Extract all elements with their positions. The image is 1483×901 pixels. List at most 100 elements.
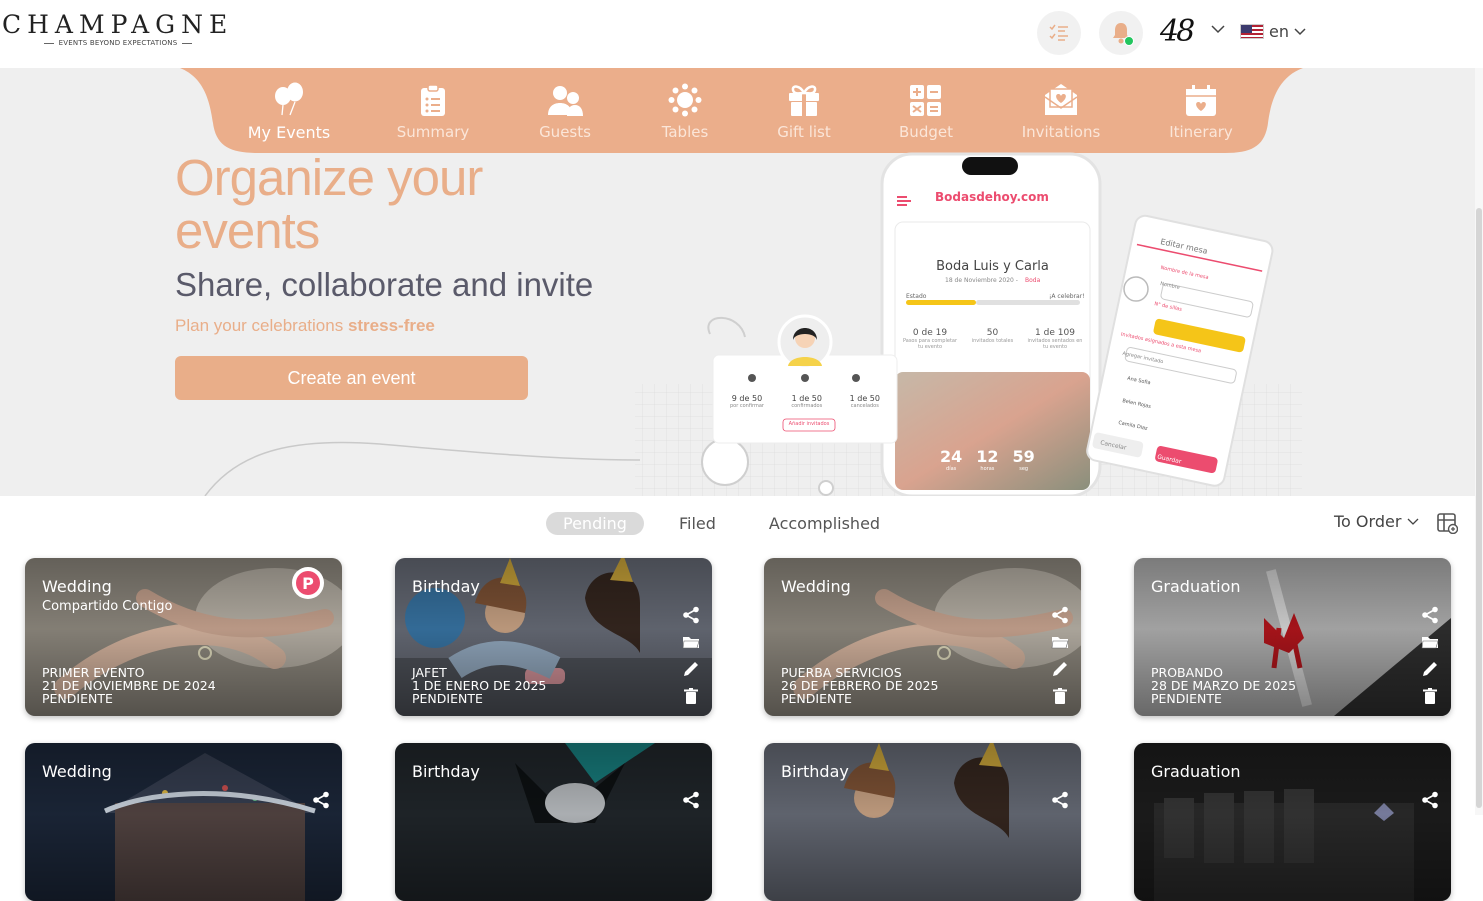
card-actions: [312, 791, 330, 809]
mockup-stat: 1 de 109 invitados sentados en tu evento: [1025, 328, 1085, 350]
nav-label: Invitations: [1021, 123, 1101, 141]
top-bar: CHAMPAGNE EVENTS BEYOND EXPECTATIONS 48 …: [0, 0, 1483, 68]
folder-icon[interactable]: [682, 633, 700, 651]
hero-tagline-prefix: Plan your celebrations: [175, 316, 348, 335]
notifications-button[interactable]: [1099, 11, 1143, 55]
countdown-value: 12: [976, 447, 999, 466]
mockup-event-title: Boda Luis y Carla: [936, 259, 1049, 274]
shared-owner-badge: P: [292, 567, 324, 599]
nav-tables[interactable]: Tables: [630, 81, 740, 141]
table-view-icon[interactable]: [1437, 513, 1458, 534]
guest-stat-label: por confirmar: [730, 403, 764, 409]
language-selector[interactable]: en: [1240, 22, 1306, 41]
folder-icon[interactable]: [1421, 633, 1439, 651]
gift-icon: [789, 85, 819, 116]
card-actions: [1421, 606, 1439, 705]
hero-subtitle: Share, collaborate and invite: [175, 266, 594, 303]
nav-itinerary[interactable]: Itinerary: [1146, 81, 1256, 141]
tab-pending[interactable]: Pending: [546, 511, 644, 535]
event-card[interactable]: Graduation: [1134, 743, 1451, 901]
share-icon[interactable]: [682, 606, 700, 624]
card-event-type: Wedding: [42, 577, 112, 596]
guest-stat-value: 9 de 50: [731, 394, 763, 403]
mockup-add-guests: Añadir invitados: [788, 421, 830, 427]
edit-icon[interactable]: [682, 660, 700, 678]
nav-my-events[interactable]: My Events: [234, 81, 344, 142]
nav-invitations[interactable]: Invitations: [1006, 81, 1116, 141]
card-actions: [1421, 791, 1439, 809]
scrollbar-thumb[interactable]: [1476, 208, 1482, 808]
share-icon[interactable]: [1051, 606, 1069, 624]
nav-summary[interactable]: Summary: [378, 81, 488, 141]
nav-label: Budget: [899, 123, 953, 141]
tab-accomplished[interactable]: Accomplished: [752, 512, 897, 535]
share-icon[interactable]: [312, 791, 330, 809]
guest-stat: 9 de 50 por confirmar: [730, 394, 764, 409]
event-card[interactable]: Birthday JAFET 1 DE ENERO DE 2025 PENDIE…: [395, 558, 712, 716]
event-card[interactable]: Graduation PROBANDO 28 DE MARZO DE 2025 …: [1134, 558, 1451, 716]
language-code: en: [1269, 22, 1289, 41]
sort-label: To Order: [1334, 512, 1402, 531]
card-info: PRIMER EVENTO 21 DE NOVIEMBRE DE 2024 PE…: [42, 666, 216, 705]
countdown-unit: 24 días: [940, 447, 962, 472]
page-scrollbar[interactable]: [1475, 68, 1483, 815]
card-actions: [1051, 791, 1069, 809]
trash-icon[interactable]: [1421, 687, 1439, 705]
nav-guests[interactable]: Guests: [510, 81, 620, 141]
brand-name: CHAMPAGNE: [2, 10, 234, 39]
app-mockup-illustration: Bodasdehoy.com Boda Luis y Carla 18 de N…: [630, 152, 1310, 496]
event-card[interactable]: Birthday: [395, 743, 712, 901]
guest-stat-label: cancelados: [850, 403, 879, 409]
edit-icon[interactable]: [1051, 660, 1069, 678]
nav-budget[interactable]: Budget: [871, 81, 981, 141]
countdown-label: días: [946, 466, 957, 472]
event-card[interactable]: Birthday: [764, 743, 1081, 901]
calendar-heart-icon: [1186, 85, 1216, 116]
mockup-stats: 0 de 19 Pasos para completar tu evento 50…: [900, 328, 1085, 350]
event-card[interactable]: Wedding PUERBA SERVICIOS 26 DE FEBRERO D…: [764, 558, 1081, 716]
sort-dropdown[interactable]: To Order: [1334, 512, 1419, 531]
card-event-status: PENDIENTE: [1151, 691, 1222, 706]
envelope-heart-icon: [1044, 84, 1078, 115]
chevron-down-icon[interactable]: [1211, 24, 1225, 34]
online-status-dot: [1124, 36, 1134, 46]
guests-icon: [548, 86, 583, 116]
edit-icon[interactable]: [1421, 660, 1439, 678]
share-icon[interactable]: [1421, 791, 1439, 809]
clipboard-icon: [421, 85, 445, 116]
chevron-down-icon: [1407, 518, 1419, 525]
countdown-value: 24: [940, 447, 963, 466]
stat-value: 0 de 19: [912, 328, 948, 338]
mockup-event-type: Boda: [1025, 277, 1041, 284]
share-icon[interactable]: [1051, 791, 1069, 809]
mockup-app-brand: Bodasdehoy.com: [935, 190, 1049, 204]
tab-filed[interactable]: Filed: [662, 512, 733, 535]
stat-value: 50: [986, 328, 999, 338]
brand-logo[interactable]: CHAMPAGNE EVENTS BEYOND EXPECTATIONS: [2, 10, 234, 47]
event-status-tabs: Pending Filed Accomplished: [546, 510, 897, 536]
stat-value: 1 de 109: [1035, 328, 1075, 338]
event-card[interactable]: Wedding Compartido Contigo P PRIMER EVEN…: [25, 558, 342, 716]
trash-icon[interactable]: [1051, 687, 1069, 705]
folder-icon[interactable]: [1051, 633, 1069, 651]
card-event-status: PENDIENTE: [412, 691, 483, 706]
hero-tagline-bold: stress-free: [347, 316, 435, 335]
nav-gift-list[interactable]: Gift list: [749, 81, 859, 141]
guest-stat-label: confirmados: [791, 403, 823, 409]
card-event-type: Wedding: [781, 577, 851, 596]
event-card[interactable]: Wedding: [25, 743, 342, 901]
brand-tagline: EVENTS BEYOND EXPECTATIONS: [2, 39, 234, 47]
card-event-type: Birthday: [412, 762, 480, 781]
share-icon[interactable]: [682, 791, 700, 809]
card-info: PUERBA SERVICIOS 26 DE FEBRERO DE 2025 P…: [781, 666, 938, 705]
trash-icon[interactable]: [682, 687, 700, 705]
mockup-guest-stats: 9 de 50 por confirmar 1 de 50 confirmados …: [730, 394, 880, 409]
stat-label: invitados totales: [971, 338, 1014, 344]
tasks-button[interactable]: [1037, 11, 1081, 55]
card-actions: [1051, 606, 1069, 705]
create-event-button[interactable]: Create an event: [175, 356, 528, 400]
nav-background: [180, 68, 1303, 153]
user-avatar[interactable]: 48: [1160, 14, 1195, 49]
countdown-label: horas: [980, 466, 995, 472]
share-icon[interactable]: [1421, 606, 1439, 624]
